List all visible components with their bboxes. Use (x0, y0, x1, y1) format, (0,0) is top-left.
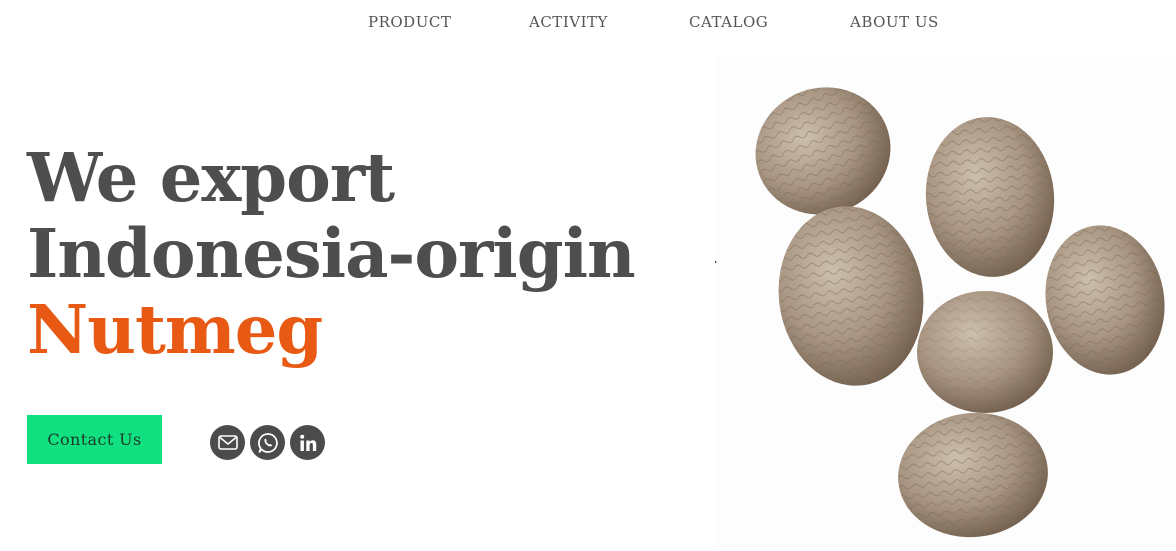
linkedin-icon[interactable] (290, 425, 325, 460)
nutmeg-seed (925, 117, 1055, 277)
top-navigation: PRODUCT ACTIVITY CATALOG ABOUT US (0, 0, 1176, 44)
nutmeg-seeds-photo (713, 55, 1176, 547)
nutmeg-seed (755, 87, 891, 215)
nav-item-catalog[interactable]: CATALOG (689, 13, 768, 31)
contact-us-button[interactable]: Contact Us (27, 415, 162, 464)
hero-title-accent: Nutmeg (27, 290, 323, 369)
hero-title-line-1: We export (27, 138, 395, 217)
nav-item-about-us[interactable]: ABOUT US (850, 13, 939, 31)
nutmeg-seed (778, 206, 924, 386)
nutmeg-seed (1045, 225, 1165, 375)
hero-title-line-2: Indonesia-origin (27, 214, 636, 293)
mail-icon[interactable] (210, 425, 245, 460)
hero-title: We export Indonesia-origin Nutmeg (27, 138, 636, 369)
nutmeg-seed (898, 412, 1048, 538)
nutmeg-seed (917, 291, 1053, 413)
whatsapp-icon[interactable] (250, 425, 285, 460)
nav-item-product[interactable]: PRODUCT (368, 13, 451, 31)
nav-item-activity[interactable]: ACTIVITY (529, 13, 608, 31)
